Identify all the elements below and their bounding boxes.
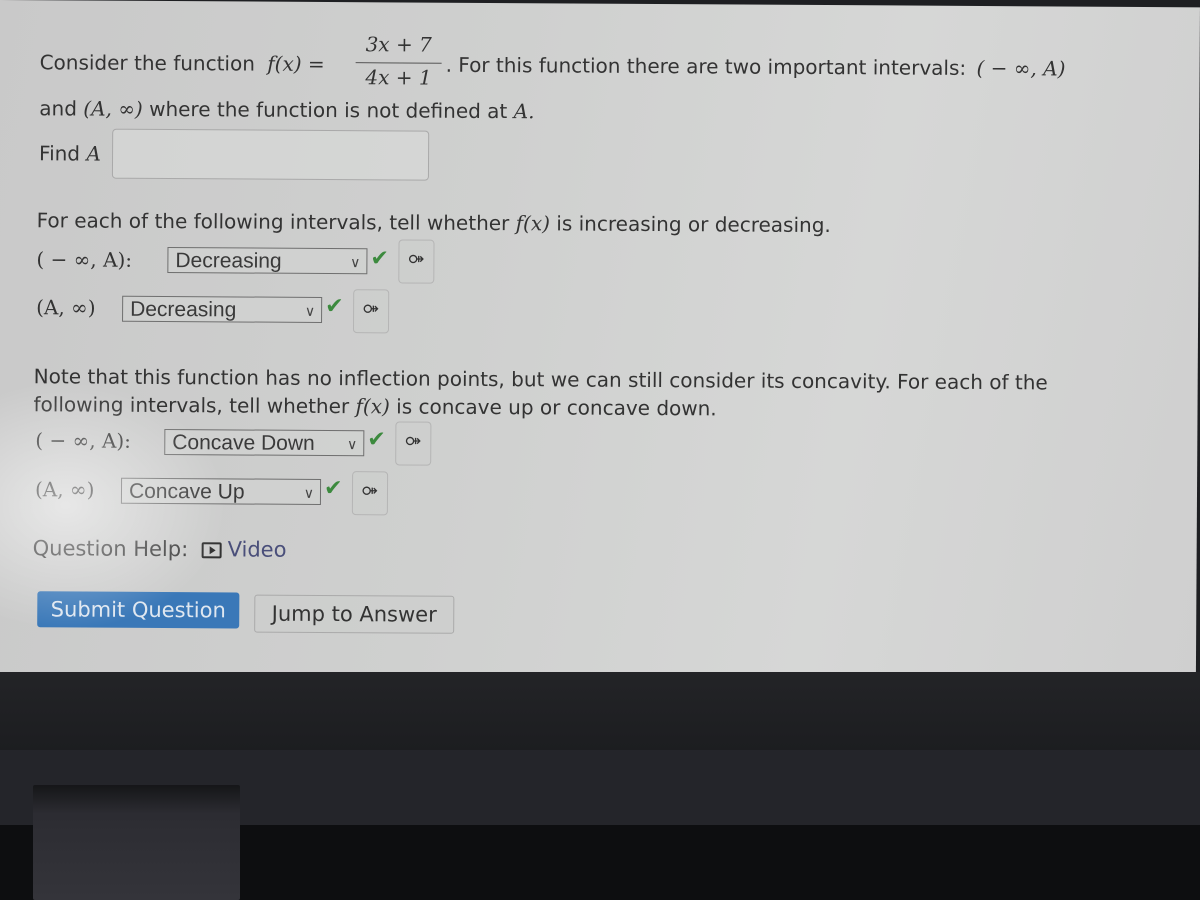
line2-suffix: where the function is not defined at — [149, 96, 508, 124]
key-icon[interactable]: ⚩ — [352, 289, 390, 334]
denominator: 4x + 1 — [365, 65, 432, 90]
select-value: Concave Down — [172, 431, 315, 455]
select-value: Decreasing — [175, 249, 282, 273]
browser-page: Consider the function f(x) = 3x + 7 4x +… — [0, 0, 1200, 680]
concave-suffix: is concave up or concave down. — [396, 394, 717, 421]
concave-func: f(x) — [355, 394, 390, 419]
check-icon: ✔ — [325, 293, 344, 320]
concave-prefix: following intervals, tell whether — [33, 392, 350, 419]
find-var: A — [86, 141, 101, 166]
question-line2: and (A, ∞) where the function is not def… — [39, 96, 534, 123]
intro-text: Consider the function — [39, 50, 256, 76]
concavity-note-line2: following intervals, tell whether f(x) i… — [33, 392, 716, 420]
mono-row-1-select[interactable]: Decreasing ∨ — [167, 247, 368, 275]
line2-prefix: and — [39, 96, 78, 121]
intro-suffix-text: . For this function there are two import… — [445, 52, 967, 80]
select-value: Concave Up — [128, 479, 245, 504]
interval-left: ( − ∞, A) — [976, 55, 1066, 81]
mono-row-1-interval: ( − ∞, A): — [36, 247, 133, 272]
key-icon[interactable]: ⚩ — [395, 421, 432, 466]
find-a-input[interactable] — [111, 128, 430, 181]
find-label: Find A — [39, 141, 101, 165]
video-link[interactable]: Video — [201, 537, 287, 562]
concave-row-2-interval: (A, ∞) — [34, 477, 95, 502]
monotonicity-prompt: For each of the following intervals, tel… — [37, 208, 831, 237]
interval-right: (A, ∞) — [83, 96, 143, 121]
check-icon: ✔ — [367, 427, 386, 453]
mono-row-2-select[interactable]: Decreasing ∨ — [122, 295, 323, 323]
question-help-label: Question Help: — [32, 536, 189, 562]
video-label: Video — [227, 537, 287, 562]
line2-var: A. — [513, 99, 535, 124]
concave-row-1-select[interactable]: Concave Down ∨ — [164, 429, 365, 457]
function-name: f(x) = — [267, 51, 325, 76]
chevron-down-icon: ∨ — [350, 254, 361, 271]
mono-func: f(x) — [515, 211, 551, 236]
key-icon[interactable]: ⚩ — [351, 471, 389, 516]
check-icon: ✔ — [370, 246, 389, 272]
fraction-bar — [355, 62, 442, 64]
submit-question-button[interactable]: Submit Question — [37, 591, 240, 629]
concave-row-1-interval: ( − ∞, A): — [35, 428, 132, 453]
find-text: Find — [38, 141, 81, 166]
mono-prefix: For each of the following intervals, tel… — [36, 208, 510, 236]
bezel-sticker — [33, 785, 240, 900]
video-play-icon — [201, 542, 222, 559]
mono-suffix: is increasing or decreasing. — [556, 211, 831, 238]
chevron-down-icon: ∨ — [346, 436, 358, 453]
concavity-note-line1: Note that this function has no inflectio… — [33, 364, 1048, 395]
numerator: 3x + 7 — [365, 32, 432, 57]
concave-row-2-select[interactable]: Concave Up ∨ — [120, 477, 322, 505]
question-intro-suffix: . For this function there are two import… — [446, 53, 1066, 81]
function-fraction: 3x + 7 4x + 1 — [355, 32, 442, 94]
chevron-down-icon: ∨ — [304, 302, 316, 319]
key-icon[interactable]: ⚩ — [398, 239, 435, 284]
mono-row-2-interval: (A, ∞) — [36, 295, 96, 320]
question-intro: Consider the function f(x) = — [40, 50, 325, 76]
select-value: Decreasing — [130, 297, 237, 322]
check-icon: ✔ — [323, 475, 343, 502]
jump-to-answer-button[interactable]: Jump to Answer — [254, 594, 455, 634]
chevron-down-icon: ∨ — [303, 484, 315, 501]
